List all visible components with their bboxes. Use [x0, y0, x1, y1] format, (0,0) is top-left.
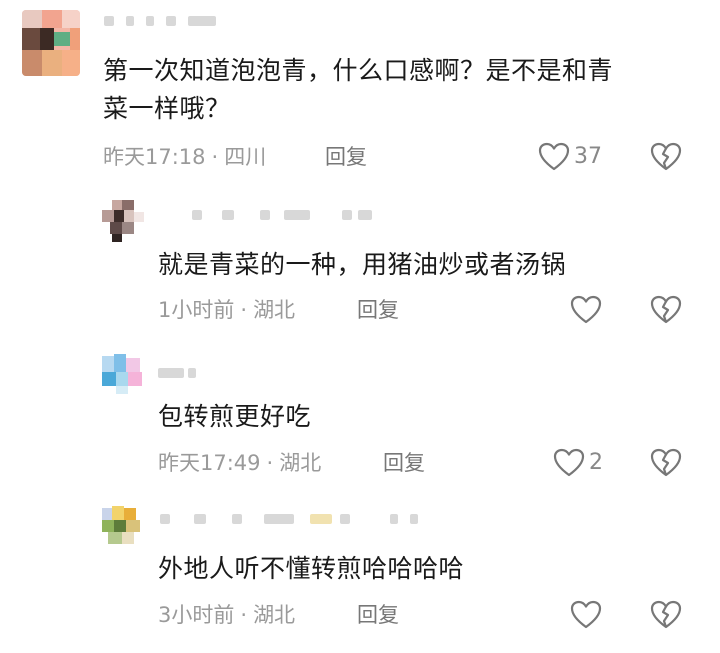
timestamp: 昨天17:49 [158, 451, 261, 475]
timestamp: 3小时前 [158, 603, 235, 627]
reply-button[interactable]: 回复 [383, 448, 425, 478]
heart-outline-icon [538, 142, 570, 171]
heart-outline-icon [570, 295, 602, 324]
comment-meta: 昨天17:18 · 四川 [103, 142, 266, 172]
avatar[interactable] [102, 200, 144, 242]
dislike-button[interactable] [650, 600, 682, 630]
location: 湖北 [253, 603, 296, 627]
dislike-button[interactable] [650, 448, 682, 478]
reply-button[interactable]: 回复 [325, 142, 367, 172]
reply-meta: 昨天17:49 · 湖北 [158, 448, 321, 478]
username-blurred[interactable] [192, 210, 392, 228]
dislike-button[interactable] [650, 295, 682, 325]
comment-text: 第一次知道泡泡青，什么口感啊？是不是和青 菜一样哦？ [103, 56, 614, 123]
location: 四川 [224, 145, 267, 169]
meta-separator: · [240, 603, 248, 627]
like-button[interactable] [570, 600, 606, 630]
like-button[interactable]: 37 [538, 142, 602, 172]
meta-separator: · [240, 298, 248, 322]
comment-item: 第一次知道泡泡青，什么口感啊？是不是和青 菜一样哦？ 昨天17:18 · 四川 回复… [0, 0, 720, 180]
avatar[interactable] [102, 504, 144, 546]
reply-button[interactable]: 回复 [357, 600, 399, 630]
reply-item: 包转煎更好吃 昨天17:49 · 湖北 回复 2 [0, 344, 720, 494]
broken-heart-icon [650, 448, 682, 477]
reply-item: 就是青菜的一种，用猪油炒或者汤锅 1小时前 · 湖北 回复 [0, 190, 720, 340]
timestamp: 昨天17:18 [103, 145, 206, 169]
location: 湖北 [253, 298, 296, 322]
reply-text: 包转煎更好吃 [158, 402, 312, 431]
reply-text: 外地人听不懂转煎哈哈哈哈 [158, 554, 465, 583]
meta-separator: · [266, 451, 274, 475]
reply-item: 外地人听不懂转煎哈哈哈哈 3小时前 · 湖北 回复 [0, 494, 720, 653]
reply-button[interactable]: 回复 [357, 295, 399, 325]
username-blurred[interactable] [104, 16, 224, 34]
meta-separator: · [211, 145, 219, 169]
heart-outline-icon [553, 448, 585, 477]
heart-outline-icon [570, 600, 602, 629]
location: 湖北 [279, 451, 322, 475]
username-blurred[interactable] [158, 368, 218, 386]
broken-heart-icon [650, 600, 682, 629]
reply-meta: 1小时前 · 湖北 [158, 295, 295, 325]
reply-text: 就是青菜的一种，用猪油炒或者汤锅 [158, 250, 567, 279]
like-count: 37 [574, 144, 602, 169]
dislike-button[interactable] [650, 142, 682, 172]
broken-heart-icon [650, 142, 682, 171]
broken-heart-icon [650, 295, 682, 324]
like-button[interactable] [570, 295, 606, 325]
reply-meta: 3小时前 · 湖北 [158, 600, 295, 630]
like-button[interactable]: 2 [553, 448, 603, 478]
timestamp: 1小时前 [158, 298, 235, 322]
username-blurred[interactable] [160, 514, 430, 532]
like-count: 2 [589, 450, 603, 475]
avatar[interactable] [102, 352, 144, 394]
avatar[interactable] [22, 10, 80, 76]
